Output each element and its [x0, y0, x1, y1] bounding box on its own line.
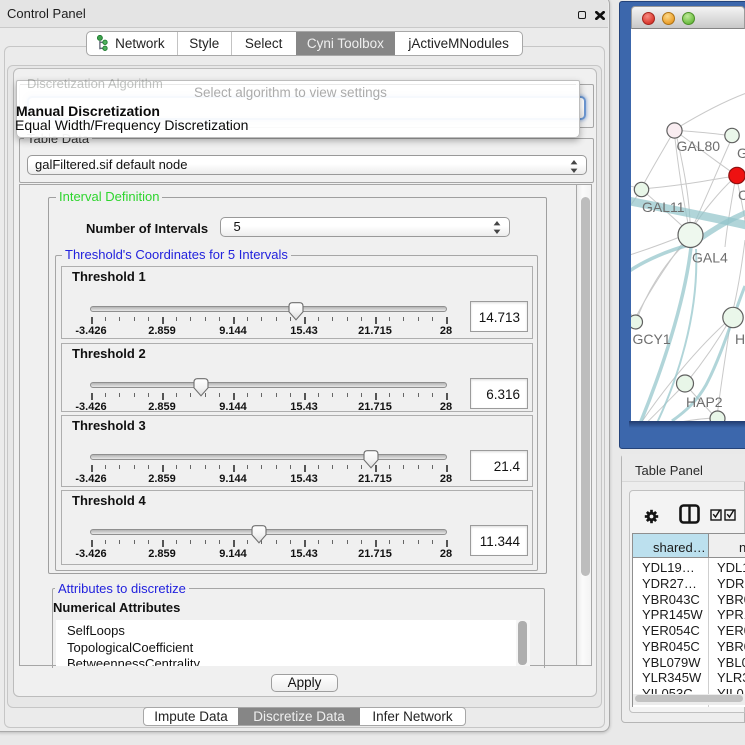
svg-text:GAL11: GAL11	[642, 199, 685, 215]
svg-text:HAP2: HAP2	[686, 394, 723, 410]
svg-text:GA: GA	[737, 145, 745, 161]
svg-text:H: H	[735, 331, 745, 347]
svg-text:GAL80: GAL80	[677, 138, 721, 154]
svg-text:GCY1: GCY1	[633, 331, 671, 347]
svg-text:GAL4: GAL4	[692, 250, 728, 266]
svg-text:C: C	[738, 187, 745, 203]
